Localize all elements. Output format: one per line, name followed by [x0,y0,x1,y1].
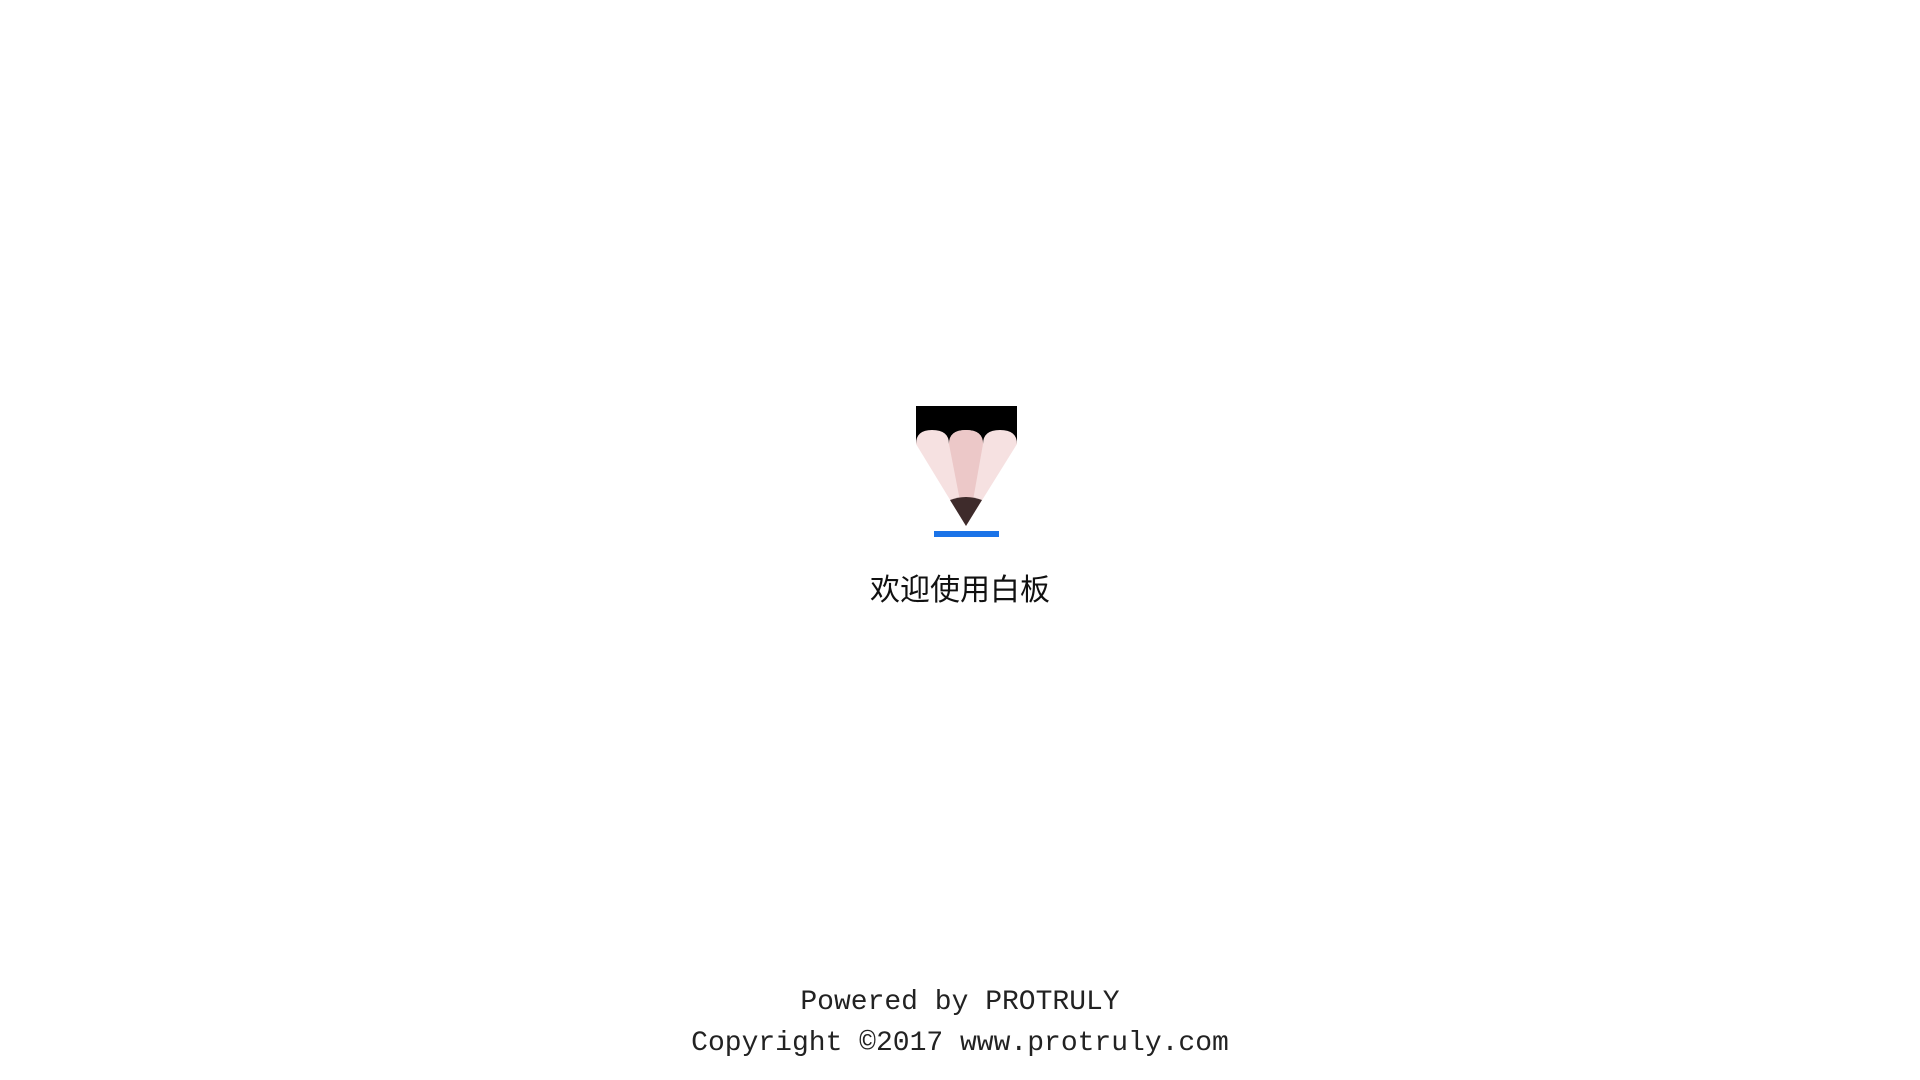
copyright-text: Copyright ©2017 www.protruly.com [691,1028,1229,1059]
pencil-icon [916,406,1017,537]
powered-by-text: Powered by PROTRULY [800,987,1120,1018]
footer: Powered by PROTRULY Copyright ©2017 www.… [0,982,1920,1064]
splash-screen: 欢迎使用白板 Powered by PROTRULY Copyright ©20… [0,0,1920,1080]
whiteboard-logo [916,406,1017,538]
welcome-title: 欢迎使用白板 [870,573,1050,608]
